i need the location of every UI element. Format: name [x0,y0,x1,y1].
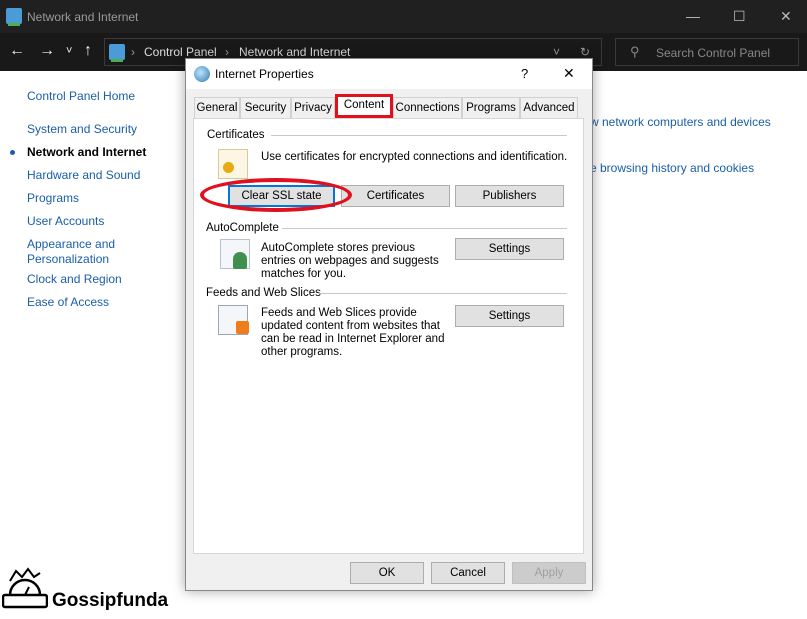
title-bar: Network and Internet — ☐ ✕ [0,0,807,33]
cancel-button[interactable]: Cancel [431,562,505,584]
sidebar-item-user-accounts[interactable]: User Accounts [27,214,104,229]
up-button[interactable]: ↑ [84,42,92,60]
divider [271,135,567,136]
sidebar-item-appearance[interactable]: Appearance and Personalization [27,237,127,267]
autocomplete-icon [220,239,250,269]
feeds-description: Feeds and Web Slices provide updated con… [261,307,445,358]
certificates-description: Use certificates for encrypted connectio… [261,151,568,163]
certificates-button[interactable]: Certificates [341,185,450,207]
back-button[interactable]: ← [9,42,25,60]
recent-locations-button[interactable]: ˅ [66,45,72,57]
gossipfunda-logo: Gossipfunda [1,563,168,612]
close-button[interactable]: ✕ [780,8,792,25]
autocomplete-heading: AutoComplete [206,222,279,234]
network-icon [109,44,125,62]
delete-browsing-history-link[interactable]: e browsing history and cookies [590,161,754,175]
feeds-settings-button[interactable]: Settings [455,305,564,327]
autocomplete-settings-button[interactable]: Settings [455,238,564,260]
tab-programs[interactable]: Programs [462,97,520,118]
tab-content[interactable]: Content [335,94,393,118]
dialog-close-button[interactable]: ✕ [563,65,575,82]
search-input[interactable]: ⚲ Search Control Panel [615,38,799,66]
certificate-icon [218,149,248,179]
autocomplete-description: AutoComplete stores previous entries on … [261,242,439,280]
sidebar-item-programs[interactable]: Programs [27,191,79,206]
sidebar-item-ease-of-access[interactable]: Ease of Access [27,295,109,310]
help-button[interactable]: ? [521,66,528,81]
view-network-computers-link[interactable]: w network computers and devices [590,115,771,129]
apply-button: Apply [512,562,586,584]
divider [282,228,567,229]
tab-general[interactable]: General [194,97,240,118]
logo-icon [1,567,49,609]
highlight-circle [200,178,352,212]
internet-properties-dialog: Internet Properties ? ✕ Certificates Use… [185,58,593,591]
certificates-heading: Certificates [207,129,265,141]
sidebar-item-clock-and-region[interactable]: Clock and Region [27,272,122,287]
sidebar-item-hardware-and-sound[interactable]: Hardware and Sound [27,168,140,183]
feeds-heading: Feeds and Web Slices [206,287,321,299]
breadcrumb-control-panel[interactable]: Control Panel [144,45,217,59]
window-title: Network and Internet [27,10,139,24]
address-dropdown-button[interactable]: ˅ [553,45,560,59]
tab-security[interactable]: Security [240,97,291,118]
feeds-icon [218,305,249,335]
ok-button[interactable]: OK [350,562,424,584]
tab-privacy[interactable]: Privacy [291,97,335,118]
breadcrumb-separator: › [225,45,229,59]
sidebar-item-system-and-security[interactable]: System and Security [27,122,137,137]
dialog-title: Internet Properties [215,67,314,81]
publishers-button[interactable]: Publishers [455,185,564,207]
maximize-button[interactable]: ☐ [733,8,746,25]
sidebar-item-network-and-internet[interactable]: Network and Internet [27,145,146,160]
breadcrumb-network-and-internet[interactable]: Network and Internet [239,45,350,59]
search-placeholder: Search Control Panel [656,46,771,60]
search-icon: ⚲ [630,44,640,59]
network-icon [6,8,22,26]
logo-text: Gossipfunda [52,590,169,611]
sidebar-item-control-panel-home[interactable]: Control Panel Home [27,89,135,104]
tab-connections[interactable]: Connections [393,97,462,118]
forward-button[interactable]: → [39,42,55,60]
current-item-bullet [10,150,15,155]
minimize-button[interactable]: — [686,8,700,24]
breadcrumb-separator: › [131,45,135,59]
tab-advanced[interactable]: Advanced [520,97,578,118]
refresh-button[interactable]: ↻ [580,45,590,59]
internet-explorer-icon [194,66,210,82]
divider [319,293,567,294]
dialog-title-bar: Internet Properties ? ✕ [186,59,592,89]
